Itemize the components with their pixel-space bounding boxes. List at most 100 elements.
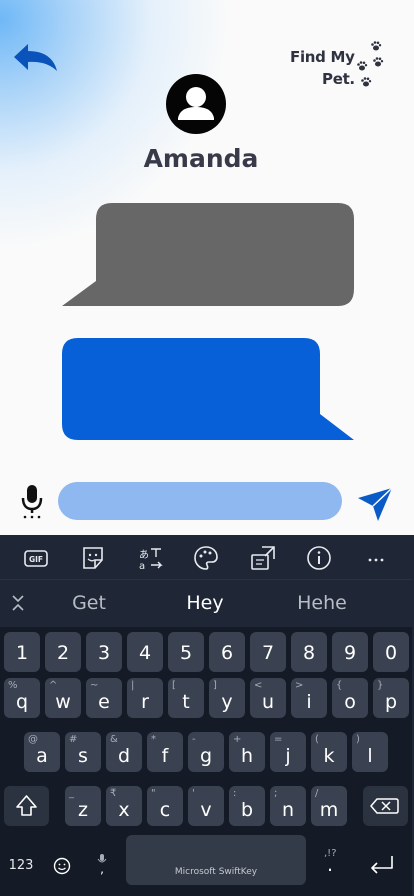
key-area: 1 2 3 4 5 6 7 8 9 0 % q ^ w ~ e | r [t ] y < u… — [0, 627, 412, 896]
emoji-key[interactable] — [44, 840, 80, 888]
key-hint: / — [315, 788, 319, 799]
suggestion-2[interactable]: Hey — [170, 592, 240, 614]
key-label: w — [55, 691, 71, 713]
key-4[interactable]: 4 — [127, 632, 163, 672]
key-2[interactable]: 2 — [45, 632, 81, 672]
enter-key[interactable] — [360, 840, 404, 888]
keyboard-mic-icon: , — [97, 854, 107, 876]
key-n[interactable]: ; n — [270, 786, 306, 826]
space-key[interactable]: Microsoft SwiftKey — [126, 835, 306, 885]
key-8[interactable]: 8 — [291, 632, 327, 672]
key-label: l — [367, 745, 373, 767]
key-c[interactable]: " c — [147, 786, 183, 826]
microphone-icon[interactable] — [19, 484, 45, 520]
contact-avatar-icon[interactable] — [166, 74, 226, 134]
key-label: c — [159, 799, 171, 821]
key-hint: * — [151, 734, 156, 745]
key-a[interactable]: @ a — [24, 732, 60, 772]
palette-icon[interactable] — [191, 543, 221, 573]
key-label: s — [78, 745, 88, 767]
key-hint: ( — [315, 734, 319, 745]
key-l[interactable]: ) l — [352, 732, 388, 772]
key-label: 5 — [179, 642, 193, 664]
find-my-pet-logo: Find My Pet. — [288, 38, 398, 94]
key-hint: [ — [172, 680, 176, 691]
key-hint: | — [131, 680, 135, 691]
key-e[interactable]: ~ e — [86, 678, 122, 718]
key-1[interactable]: 1 — [4, 632, 40, 672]
more-icon[interactable] — [361, 543, 391, 573]
svg-text:GIF: GIF — [29, 555, 43, 564]
key-hint: & — [110, 734, 118, 745]
key-7[interactable]: 7 — [250, 632, 286, 672]
suggestion-1[interactable]: Get — [54, 592, 124, 614]
key-label: 8 — [302, 642, 316, 664]
key-q[interactable]: % q — [4, 678, 40, 718]
key-t[interactable]: [t — [168, 678, 204, 718]
key-hint: _ — [69, 788, 74, 799]
key-d[interactable]: & d — [106, 732, 142, 772]
key-p[interactable]: } p — [373, 678, 409, 718]
key-o[interactable]: {o — [332, 678, 368, 718]
backspace-icon — [370, 798, 399, 814]
key-f[interactable]: * f — [147, 732, 183, 772]
key-5[interactable]: 5 — [168, 632, 204, 672]
key-hint: ] — [213, 680, 217, 691]
outgoing-message-bubble[interactable] — [62, 338, 354, 440]
key-hint: - — [192, 734, 196, 745]
key-k[interactable]: (k — [311, 732, 347, 772]
key-hint: = — [274, 734, 283, 745]
key-i[interactable]: > i — [291, 678, 327, 718]
svg-text:,: , — [100, 862, 104, 876]
key-x[interactable]: ₹ x — [106, 786, 142, 826]
sticker-icon[interactable] — [78, 543, 108, 573]
key-6[interactable]: 6 — [209, 632, 245, 672]
numbers-key[interactable]: 123 — [0, 840, 42, 888]
backspace-key[interactable] — [363, 786, 408, 826]
key-9[interactable]: 9 — [332, 632, 368, 672]
key-label: . — [326, 854, 334, 876]
key-label: 123 — [8, 858, 34, 873]
key-s[interactable]: # s — [65, 732, 101, 772]
key-3[interactable]: 3 — [86, 632, 122, 672]
key-hint: > — [295, 680, 304, 691]
resize-icon[interactable] — [248, 543, 278, 573]
voice-key[interactable]: , — [84, 840, 120, 888]
logo-line-2: Pet. — [322, 70, 355, 88]
key-u[interactable]: < u — [250, 678, 286, 718]
key-w[interactable]: ^ w — [45, 678, 81, 718]
key-hint: " — [151, 788, 156, 799]
key-0[interactable]: 0 — [373, 632, 409, 672]
key-r[interactable]: | r — [127, 678, 163, 718]
key-v[interactable]: ' v — [188, 786, 224, 826]
send-icon[interactable] — [356, 486, 394, 522]
key-label: b — [240, 799, 254, 821]
key-g[interactable]: -g — [188, 732, 224, 772]
info-icon[interactable] — [304, 543, 334, 573]
shift-key[interactable] — [4, 786, 49, 826]
key-hint: + — [233, 734, 242, 745]
period-key[interactable]: ,!? . — [312, 840, 348, 888]
key-hint: ^ — [49, 680, 58, 691]
suggestion-bar: Get Hey Hehe — [0, 581, 412, 625]
key-j[interactable]: = j — [270, 732, 306, 772]
key-label: q — [15, 691, 29, 713]
key-z[interactable]: _ z — [65, 786, 101, 826]
translate-icon[interactable]: あa — [135, 543, 165, 573]
message-input[interactable] — [58, 482, 342, 520]
key-label: y — [221, 691, 233, 713]
incoming-message-bubble[interactable] — [62, 203, 354, 306]
key-hint: } — [377, 680, 384, 691]
key-b[interactable]: :b — [229, 786, 265, 826]
key-m[interactable]: / m — [311, 786, 347, 826]
key-y[interactable]: ] y — [209, 678, 245, 718]
back-arrow-icon[interactable] — [12, 40, 60, 76]
key-label: h — [240, 745, 254, 767]
suggestion-3[interactable]: Hehe — [286, 592, 358, 614]
key-label: 3 — [97, 642, 111, 664]
key-label: 7 — [261, 642, 275, 664]
gif-icon[interactable]: GIF — [21, 543, 51, 573]
collapse-icon[interactable] — [8, 593, 28, 613]
key-h[interactable]: + h — [229, 732, 265, 772]
enter-icon — [371, 856, 393, 874]
